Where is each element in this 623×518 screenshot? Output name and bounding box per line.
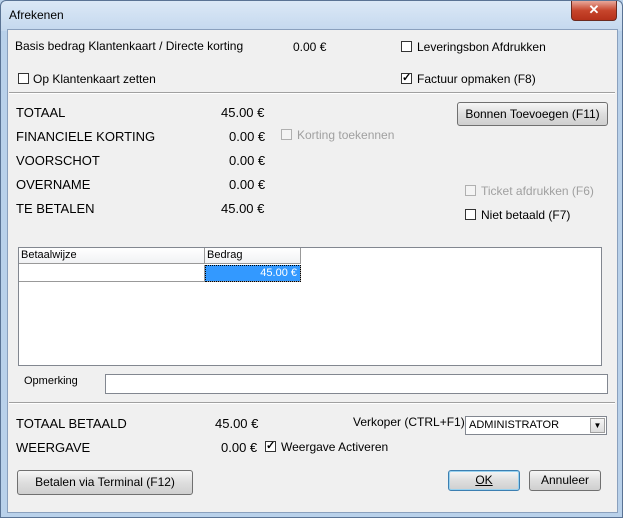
title-bar[interactable]: Afrekenen ✕	[1, 1, 622, 29]
column-header-betaalwijze[interactable]: Betaalwijze	[19, 248, 205, 264]
basis-bedrag-value: 0.00 €	[293, 40, 327, 54]
niet-betaald-checkbox[interactable]	[465, 209, 476, 220]
financiele-korting-value: 0.00 €	[229, 129, 266, 144]
payment-grid[interactable]: Betaalwijze Bedrag 45.00 €	[18, 247, 602, 366]
dialog-window: Afrekenen ✕ Basis bedrag Klantenkaart / …	[0, 0, 623, 518]
annuleer-button[interactable]: Annuleer	[529, 470, 601, 491]
ticket-afdrukken-label: Ticket afdrukken (F6)	[481, 184, 594, 198]
weergave-activeren-checkbox[interactable]	[265, 441, 276, 452]
top-separator	[9, 92, 615, 94]
opmerking-label: Opmerking	[24, 375, 78, 387]
bonnen-toevoegen-button[interactable]: Bonnen Toevoegen (F11)	[457, 102, 608, 126]
totaal-betaald-label: TOTAAL BETAALD	[16, 416, 127, 431]
leveringsbon-checkbox[interactable]	[401, 41, 412, 52]
klantenkaart-label[interactable]: Op Klantenkaart zetten	[33, 72, 156, 86]
close-button[interactable]: ✕	[571, 1, 617, 21]
basis-bedrag-label: Basis bedrag Klantenkaart / Directe kort…	[15, 39, 244, 53]
verkoper-selected-value: ADMINISTRATOR	[469, 419, 560, 431]
column-header-bedrag[interactable]: Bedrag	[205, 248, 301, 264]
ticket-afdrukken-checkbox[interactable]	[465, 185, 476, 196]
weergave-value: 0.00 €	[221, 440, 258, 455]
overname-label: OVERNAME	[16, 177, 91, 192]
totaal-betaald-value: 45.00 €	[215, 416, 259, 431]
voorschot-value: 0.00 €	[229, 153, 266, 168]
verkoper-select[interactable]: ADMINISTRATOR ▼	[465, 416, 607, 435]
factuur-label[interactable]: Factuur opmaken (F8)	[417, 72, 536, 86]
factuur-checkbox[interactable]	[401, 73, 412, 84]
weergave-label: WEERGAVE	[16, 440, 91, 455]
te-betalen-value: 45.00 €	[221, 201, 265, 216]
te-betalen-label: TE BETALEN	[16, 201, 95, 216]
verkoper-label: Verkoper (CTRL+F1)	[353, 415, 465, 429]
grid-cell-bedrag[interactable]: 45.00 €	[205, 265, 301, 282]
niet-betaald-label[interactable]: Niet betaald (F7)	[481, 208, 570, 222]
korting-toekennen-label: Korting toekennen	[297, 128, 395, 142]
ok-button-label: OK	[475, 473, 493, 487]
bottom-separator	[9, 402, 615, 404]
window-title: Afrekenen	[9, 8, 64, 22]
ok-button[interactable]: OK	[448, 470, 520, 491]
klantenkaart-checkbox[interactable]	[18, 73, 29, 84]
totaal-label: TOTAAL	[16, 105, 66, 120]
leveringsbon-label[interactable]: Leveringsbon Afdrukken	[417, 40, 546, 54]
chevron-down-icon[interactable]: ▼	[590, 418, 605, 433]
overname-value: 0.00 €	[229, 177, 266, 192]
grid-cell-betaalwijze[interactable]	[19, 265, 205, 282]
weergave-activeren-label[interactable]: Weergave Activeren	[281, 440, 388, 454]
financiele-korting-label: FINANCIELE KORTING	[16, 129, 156, 144]
voorschot-label: VOORSCHOT	[16, 153, 100, 168]
betalen-via-terminal-button[interactable]: Betalen via Terminal (F12)	[17, 470, 193, 495]
korting-toekennen-checkbox[interactable]	[281, 129, 292, 140]
annuleer-button-label: Annuleer	[540, 473, 590, 487]
totaal-value: 45.00 €	[221, 105, 265, 120]
dialog-client-area: Basis bedrag Klantenkaart / Directe kort…	[7, 29, 618, 513]
opmerking-input[interactable]	[105, 374, 608, 394]
